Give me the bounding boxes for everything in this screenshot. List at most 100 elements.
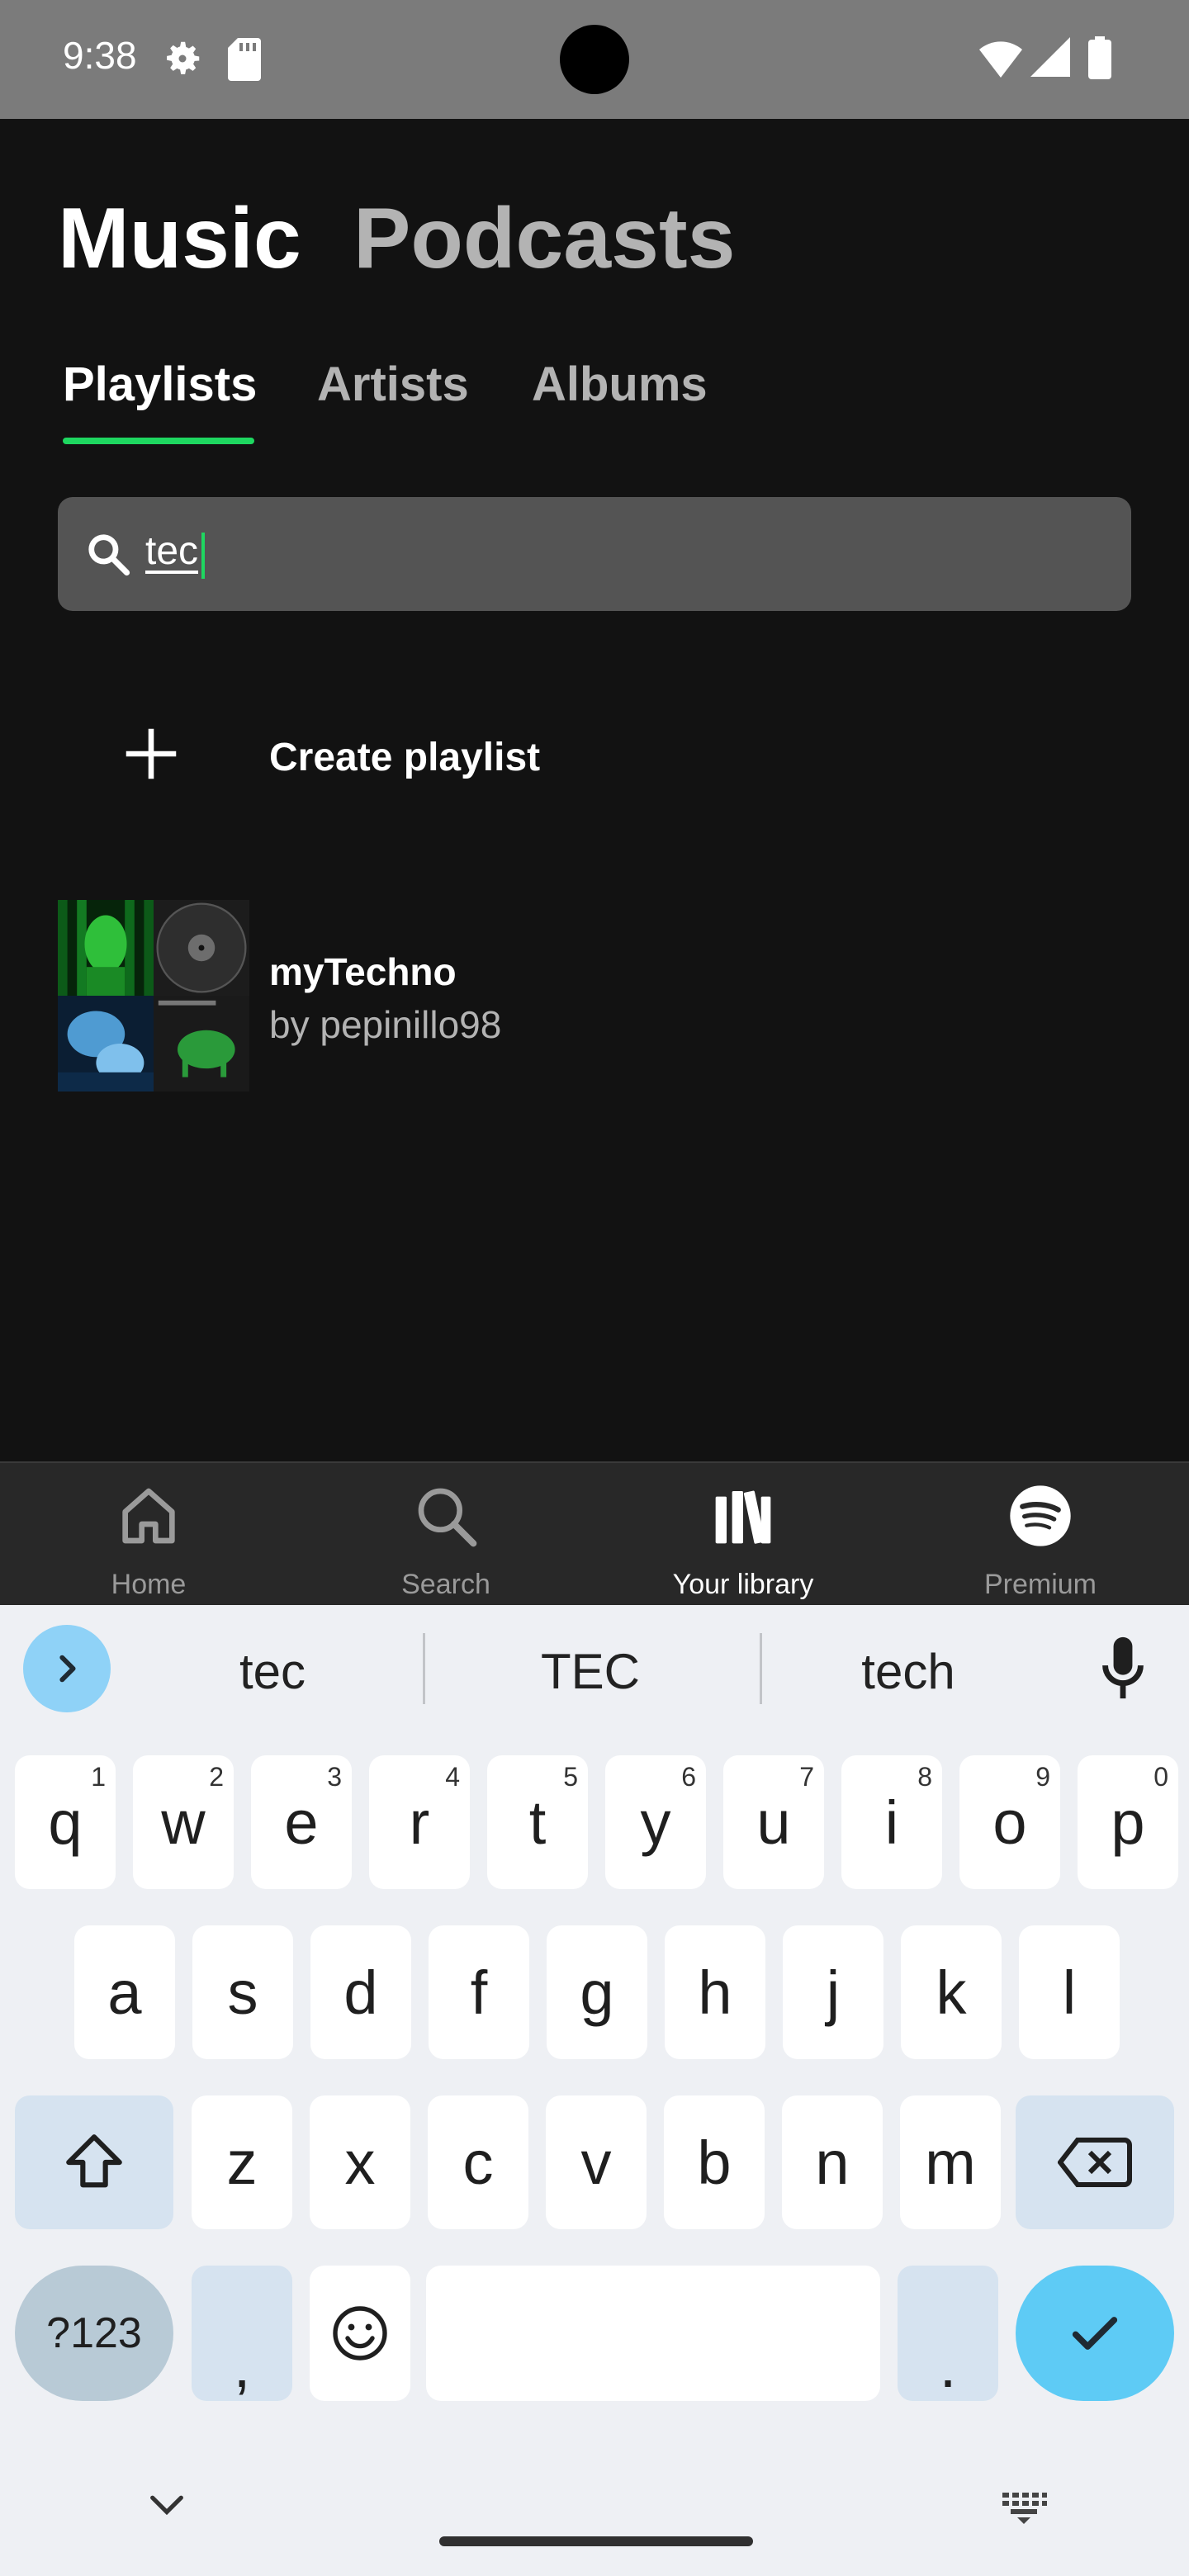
key-k[interactable]: k [901, 1925, 1002, 2059]
key-n[interactable]: n [782, 2095, 883, 2229]
period-key[interactable]: . [898, 2266, 998, 2401]
key-t-label: t [528, 1788, 547, 1857]
key-g[interactable]: g [547, 1925, 647, 2059]
active-tab-indicator [63, 438, 254, 444]
nav-premium-label: Premium [983, 1569, 1097, 1600]
key-v[interactable]: v [546, 2095, 647, 2229]
key-a-label: a [107, 1958, 142, 2027]
spotify-logo-icon [1010, 1485, 1071, 1546]
checkmark-icon [1072, 2317, 1118, 2350]
period-key-label: . [939, 2332, 957, 2400]
nav-search-label: Search [401, 1569, 490, 1600]
create-playlist-label: Create playlist [269, 736, 541, 779]
key-p-label: p [1111, 1788, 1145, 1857]
shift-key[interactable] [15, 2095, 173, 2229]
nav-home-label: Home [111, 1569, 187, 1600]
key-z-label: z [226, 2128, 258, 2197]
key-b[interactable]: b [664, 2095, 765, 2229]
suggestion-2[interactable]: TEC [462, 1643, 718, 1700]
key-q-number-hint: 1 [91, 1762, 106, 1792]
key-d[interactable]: d [310, 1925, 411, 2059]
key-z[interactable]: z [192, 2095, 292, 2229]
key-r[interactable]: r4 [369, 1755, 470, 1889]
key-g-label: g [580, 1958, 614, 2027]
key-r-number-hint: 4 [445, 1762, 460, 1792]
home-icon [122, 1488, 175, 1544]
microphone-icon[interactable] [1098, 1635, 1148, 1701]
comma-key-label: , [233, 2332, 251, 2400]
gesture-navigation-handle[interactable] [439, 2536, 753, 2546]
nav-library-label: Your library [672, 1569, 814, 1600]
key-f[interactable]: f [429, 1925, 529, 2059]
tab-playlists[interactable]: Playlists [63, 357, 257, 412]
space-key[interactable] [426, 2266, 880, 2401]
text-cursor [201, 533, 205, 579]
key-y[interactable]: y6 [605, 1755, 706, 1889]
key-c-label: c [462, 2128, 494, 2197]
key-o[interactable]: o9 [959, 1755, 1060, 1889]
key-d-label: d [343, 1958, 378, 2027]
key-j[interactable]: j [783, 1925, 883, 2059]
key-r-label: r [409, 1788, 430, 1857]
key-u-number-hint: 7 [799, 1762, 814, 1792]
keyboard-expand-button[interactable] [23, 1625, 111, 1712]
search-field[interactable] [58, 497, 1131, 611]
backspace-key[interactable] [1016, 2095, 1174, 2229]
key-y-label: y [640, 1788, 671, 1857]
soft-keyboard [0, 1605, 1189, 2576]
key-b-label: b [697, 2128, 732, 2197]
comma-key[interactable]: , [192, 2266, 292, 2401]
key-l-label: l [1062, 1958, 1077, 2027]
key-s[interactable]: s [192, 1925, 293, 2059]
settings-gear-icon [167, 41, 200, 74]
chevron-down-icon [150, 2495, 183, 2516]
key-v-label: v [580, 2128, 612, 2197]
key-h[interactable]: h [665, 1925, 765, 2059]
tab-podcasts[interactable]: Podcasts [353, 190, 735, 288]
sd-card-icon [228, 38, 261, 81]
key-x[interactable]: x [310, 2095, 410, 2229]
key-t[interactable]: t5 [487, 1755, 588, 1889]
cover-tile-green-creature [154, 996, 249, 1091]
key-m[interactable]: m [900, 2095, 1001, 2229]
hide-keyboard-button[interactable] [145, 2490, 188, 2523]
key-n-label: n [815, 2128, 850, 2197]
key-c[interactable]: c [428, 2095, 528, 2229]
key-i[interactable]: i8 [841, 1755, 942, 1889]
emoji-icon [333, 2306, 387, 2361]
emoji-key[interactable] [310, 2266, 410, 2401]
suggestion-1[interactable]: tec [149, 1643, 396, 1700]
shift-icon [66, 2134, 122, 2188]
suggestion-3[interactable]: tech [784, 1643, 1032, 1700]
key-q[interactable]: q1 [15, 1755, 116, 1889]
wifi-icon [979, 41, 1022, 78]
chevron-right-icon [59, 1655, 76, 1683]
status-time: 9:38 [63, 34, 137, 77]
key-p[interactable]: p0 [1078, 1755, 1178, 1889]
key-t-number-hint: 5 [563, 1762, 578, 1792]
search-icon [418, 1488, 477, 1547]
signal-icon [1030, 37, 1070, 77]
create-playlist-row[interactable] [58, 694, 1131, 826]
keyboard-icon [1002, 2493, 1047, 2524]
tab-music[interactable]: Music [58, 190, 301, 288]
search-input[interactable]: tec [145, 528, 198, 574]
key-a[interactable]: a [74, 1925, 175, 2059]
key-x-label: x [344, 2128, 376, 2197]
key-q-label: q [48, 1788, 83, 1857]
key-e-label: e [284, 1788, 319, 1857]
tab-artists[interactable]: Artists [317, 357, 469, 412]
suggestion-divider [760, 1633, 762, 1704]
plus-icon [126, 728, 177, 779]
key-p-number-hint: 0 [1153, 1762, 1168, 1792]
symbols-key[interactable]: ?123 [15, 2266, 173, 2401]
enter-key[interactable] [1016, 2266, 1174, 2401]
tab-albums[interactable]: Albums [532, 357, 708, 412]
key-w[interactable]: w2 [133, 1755, 234, 1889]
key-u[interactable]: u7 [723, 1755, 824, 1889]
key-e[interactable]: e3 [251, 1755, 352, 1889]
keyboard-switch-button[interactable] [999, 2485, 1049, 2526]
key-h-label: h [698, 1958, 732, 2027]
library-icon [715, 1490, 771, 1544]
key-l[interactable]: l [1019, 1925, 1120, 2059]
